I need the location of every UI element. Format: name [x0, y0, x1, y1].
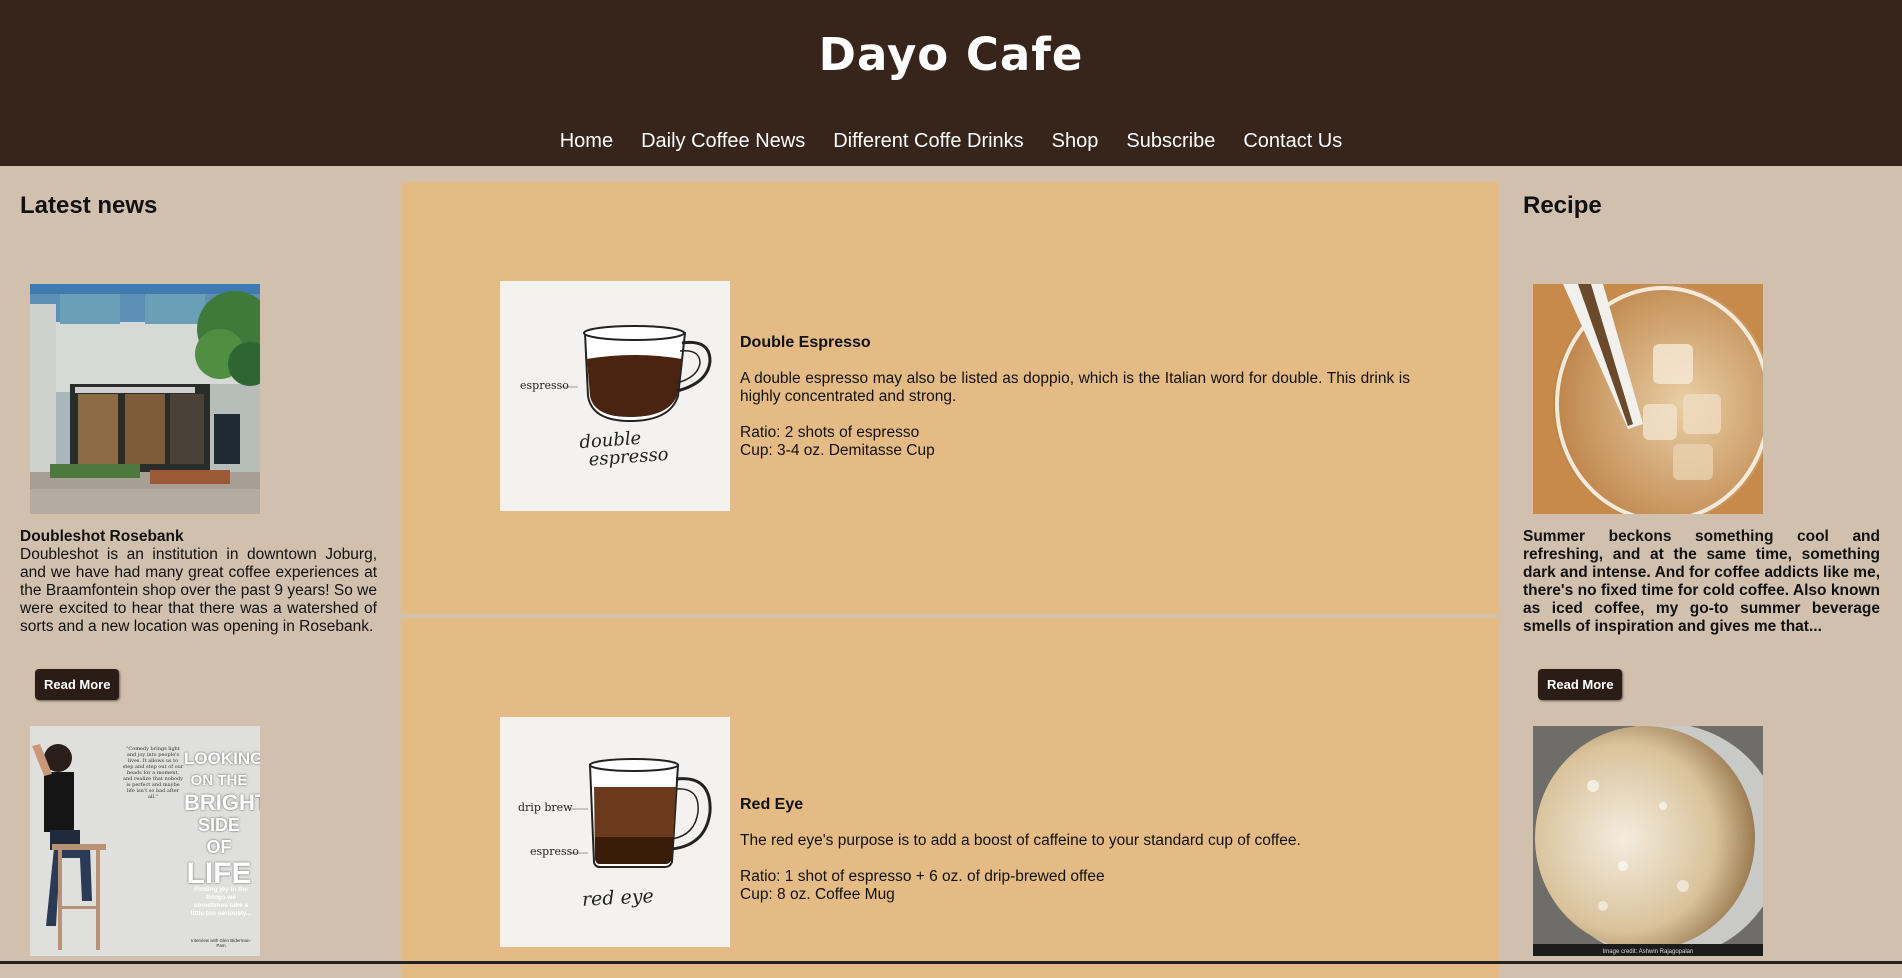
- diagram-caption: double espresso: [579, 428, 669, 471]
- poster-headline-line: LOOKING: [184, 749, 260, 768]
- double-espresso-cup-icon: [500, 281, 730, 511]
- storefront-illustration: [30, 284, 260, 514]
- drink-description: The red eye's purpose is to add a boost …: [740, 832, 1301, 849]
- drink-card-double-espresso: espresso double espresso Double Espresso…: [401, 182, 1499, 614]
- news-article-body: Doubleshot is an institution in downtown…: [20, 546, 377, 635]
- recipe-heading: Recipe: [1523, 192, 1602, 219]
- drink-info: Red Eye The red eye's purpose is to add …: [740, 796, 1410, 904]
- poster-tagline: Finding joy in the things we sometimes t…: [190, 886, 252, 917]
- drink-card-red-eye: drip brew espresso red eye Red Eye The r…: [401, 618, 1499, 978]
- news-article-title: Doubleshot Rosebank: [20, 528, 184, 545]
- comedy-poster-image[interactable]: "Comedy brings light and joy into people…: [30, 726, 260, 956]
- poster-headline-line: BRIGHT: [184, 790, 260, 815]
- poster-quote: "Comedy brings light and joy into people…: [122, 746, 184, 800]
- nav-home[interactable]: Home: [560, 130, 613, 153]
- poster-headline: LOOKING ON THE BRIGHT SIDE OF LIFE: [184, 748, 260, 890]
- nav-subscribe[interactable]: Subscribe: [1126, 130, 1215, 153]
- diagram-caption: red eye: [581, 885, 655, 911]
- red-eye-diagram: drip brew espresso red eye: [500, 717, 730, 947]
- diagram-label-espresso: espresso: [530, 845, 579, 858]
- coffee-drinks-section: espresso double espresso Double Espresso…: [401, 182, 1499, 978]
- diagram-label-drip-brew: drip brew: [518, 801, 573, 814]
- poster-headline-line: SIDE OF: [197, 815, 240, 857]
- drink-description: A double espresso may also be listed as …: [740, 370, 1410, 405]
- nav-shop[interactable]: Shop: [1052, 130, 1099, 153]
- nav-daily-coffee-news[interactable]: Daily Coffee News: [641, 130, 805, 153]
- drink-name: Double Espresso: [740, 334, 871, 351]
- photo-credit: Image credit: Ashwin Rajagopalan: [1602, 949, 1694, 955]
- recipe-excerpt: Summer beckons something cool and refres…: [1523, 528, 1880, 635]
- frothy-coffee-illustration: [1533, 726, 1763, 956]
- diagram-label-espresso: espresso: [520, 379, 569, 392]
- nav-contact-us[interactable]: Contact Us: [1243, 130, 1342, 153]
- drink-name: Red Eye: [740, 796, 804, 813]
- frothy-coffee-image[interactable]: Image credit: Ashwin Rajagopalan: [1533, 726, 1763, 956]
- cafe-storefront-image[interactable]: [30, 284, 260, 514]
- double-espresso-diagram: espresso double espresso: [500, 281, 730, 511]
- drink-ratio: Ratio: 1 shot of espresso + 6 oz. of dri…: [740, 868, 1105, 885]
- drink-cup: Cup: 3-4 oz. Demitasse Cup: [740, 442, 935, 459]
- poster-headline-line: ON THE: [190, 772, 248, 789]
- iced-coffee-illustration: [1533, 284, 1763, 514]
- drink-info: Double Espresso A double espresso may al…: [740, 334, 1410, 460]
- site-header: Dayo Cafe Home Daily Coffee News Differe…: [0, 0, 1902, 166]
- latest-news-heading: Latest news: [20, 192, 158, 219]
- main-nav: Home Daily Coffee News Different Coffe D…: [0, 130, 1902, 153]
- iced-coffee-image[interactable]: [1533, 284, 1763, 514]
- news-read-more-button[interactable]: Read More: [35, 669, 120, 700]
- nav-different-coffee-drinks[interactable]: Different Coffe Drinks: [833, 130, 1023, 153]
- red-eye-mug-icon: [500, 717, 730, 947]
- recipe-read-more-button[interactable]: Read More: [1538, 669, 1623, 700]
- site-title: Dayo Cafe: [818, 28, 1084, 81]
- drink-ratio: Ratio: 2 shots of espresso: [740, 424, 920, 441]
- news-article: Doubleshot Rosebank Doubleshot is an ins…: [20, 528, 377, 636]
- drink-cup: Cup: 8 oz. Coffee Mug: [740, 886, 895, 903]
- poster-credit: Interview with Glen Biderman-Pam: [190, 938, 252, 948]
